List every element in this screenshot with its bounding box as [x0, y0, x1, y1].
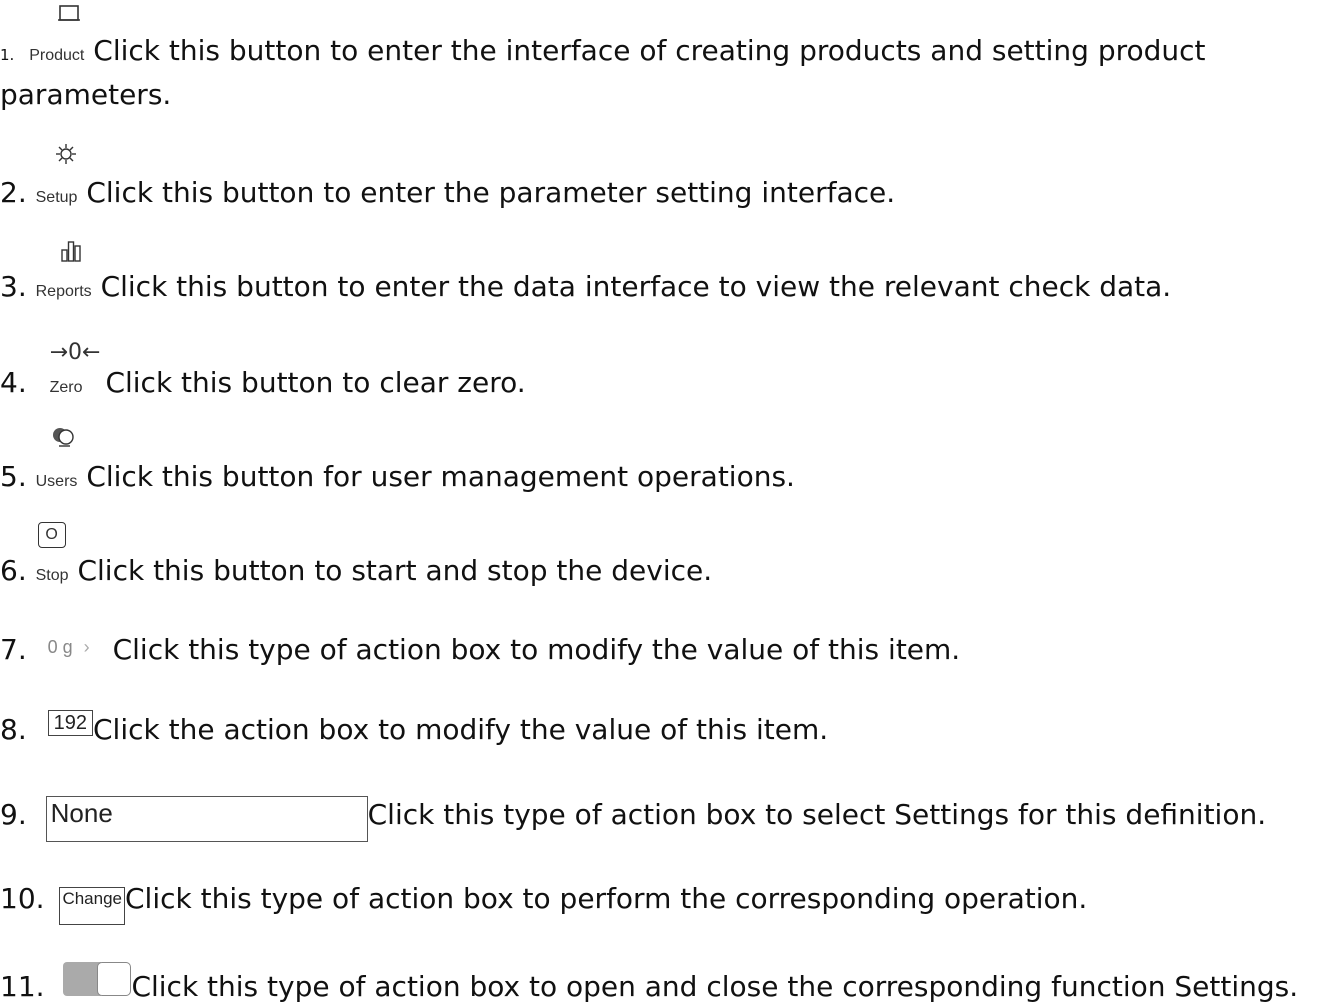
toggle-knob	[97, 962, 132, 996]
item-number: 4.	[0, 366, 27, 399]
zero-button[interactable]: →0← Zero	[49, 340, 101, 405]
item-number: 7.	[0, 633, 27, 666]
item-description: Click this button to clear zero.	[105, 366, 526, 399]
setup-button-label: Setup	[35, 189, 78, 206]
item-description: Click this type of action box to select …	[367, 798, 1267, 831]
power-icon: O	[37, 522, 66, 548]
list-item-4: 4. →0← Zero Click this button to clear z…	[0, 340, 526, 405]
item-description: Click this button to enter the interface…	[93, 34, 1206, 67]
reports-button[interactable]: Reports	[35, 241, 92, 309]
toggle-track	[63, 962, 102, 996]
item-number: 6.	[0, 554, 27, 587]
list-item-5: 5. Users Click this button for user mana…	[0, 428, 795, 499]
item-number: 10.	[0, 882, 45, 915]
value-action-box[interactable]: 0 g ›	[48, 630, 90, 664]
item-description: Click this type of action box to open an…	[131, 970, 1299, 1003]
item-number: 11.	[0, 970, 45, 1003]
item-number: 3.	[0, 270, 27, 303]
gear-icon	[55, 144, 76, 164]
setup-button[interactable]: Setup	[35, 144, 78, 215]
item-number: 5.	[0, 460, 27, 493]
item-description: Click this button to enter the data inte…	[100, 270, 1172, 303]
zero-icon: →0←	[49, 340, 101, 365]
select-box[interactable]: None	[45, 796, 368, 842]
users-button-label: Users	[35, 473, 78, 490]
item-number: 9.	[0, 798, 27, 831]
list-item-8: 8. 192 Click the action box to modify the…	[0, 710, 828, 747]
item-description: Click this button for user management op…	[86, 460, 795, 493]
item-description-continued: parameters.	[0, 78, 172, 111]
change-button[interactable]: Change	[59, 887, 125, 925]
list-item-9: 9. None Click this type of action box to …	[0, 796, 1266, 842]
list-item-3: 3. Reports Click this button to enter th…	[0, 241, 1172, 309]
list-item-10: 10. Change Click this type of action box …	[0, 882, 1087, 925]
value-text: 0 g	[47, 637, 73, 657]
number-input-box[interactable]: 192	[47, 710, 93, 736]
stop-button-label: Stop	[35, 567, 69, 584]
product-icon	[58, 5, 81, 21]
users-button[interactable]: Users	[35, 428, 78, 499]
zero-button-label: Zero	[49, 379, 83, 396]
product-button-label: Product	[29, 47, 85, 64]
item-number: 2.	[0, 176, 27, 209]
list-item-1: 1. Product Click this button to enter th…	[0, 5, 1206, 73]
reports-button-label: Reports	[35, 283, 92, 300]
product-button[interactable]: Product	[29, 5, 85, 73]
item-description: Click this button to start and stop the …	[77, 554, 713, 587]
bar-chart-icon	[60, 241, 81, 262]
item-description: Click the action box to modify the value…	[93, 713, 829, 746]
list-item-7: 7. 0 g › Click this type of action box t…	[0, 630, 960, 667]
item-number: 1.	[0, 46, 15, 64]
stop-button[interactable]: O Stop	[35, 522, 69, 593]
users-icon	[52, 428, 74, 447]
toggle-switch[interactable]	[63, 962, 132, 996]
item-number: 8.	[0, 713, 27, 746]
list-item-6: 6. O Stop Click this button to start and…	[0, 522, 713, 593]
item-description: Click this type of action box to modify …	[112, 633, 961, 666]
item-description: Click this type of action box to perform…	[125, 882, 1088, 915]
item-description: Click this button to enter the parameter…	[86, 176, 896, 209]
chevron-right-icon: ›	[83, 637, 90, 657]
list-item-2: 2. Setup Click this button to enter the …	[0, 144, 896, 215]
